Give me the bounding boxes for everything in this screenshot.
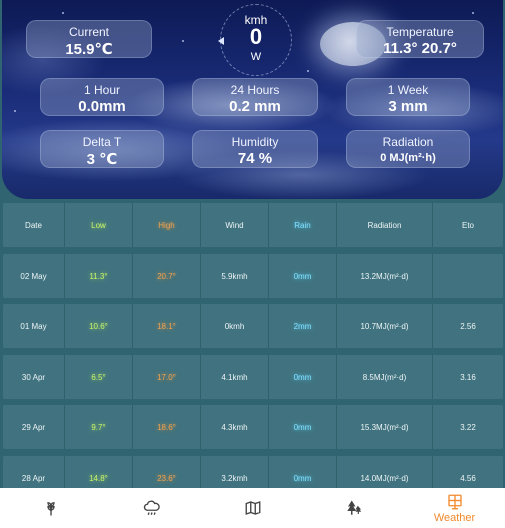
star [62,12,64,14]
rain-1-hour-value: 0.0mm [78,98,126,115]
temperature-value: 11.3° 20.7° [383,40,457,57]
rain-24-hours-tile: 24 Hours 0.2 mm [192,78,318,116]
temperature-tile: Temperature 11.3° 20.7° [356,20,484,58]
header-date: Date [3,203,65,247]
radiation-cell: 10.7MJ(m²·d) [337,304,433,348]
nav-item-map[interactable] [202,488,303,528]
nav-item-crops[interactable] [0,488,101,528]
header-wind: Wind [201,203,269,247]
radiation-tile: Radiation 0 MJ(m²·h) [346,130,470,168]
nav-item-weather[interactable]: Weather [404,488,505,528]
rain-cell: 0mm [269,355,337,399]
radiation-cell: 13.2MJ(m²·d) [337,254,433,298]
table-row[interactable]: 29 Apr 9.7° 18.6° 4.3kmh 0mm 15.3MJ(m²·d… [3,405,503,449]
delta-t-tile: Delta T 3 ℃ [40,130,164,168]
wind-cell: 4.1kmh [201,355,269,399]
table-header-row: Date Low High Wind Rain Radiation Eto [3,203,503,247]
high-cell: 18.1° [133,304,201,348]
rain-cell: 0mm [269,254,337,298]
humidity-label: Humidity [231,135,279,149]
date-cell: 30 Apr [3,355,65,399]
eto-cell: 2.56 [433,304,503,348]
rain-1-week-tile: 1 Week 3 mm [346,78,470,116]
nav-item-forecast[interactable] [101,488,202,528]
temperature-label: Temperature [386,25,454,39]
nav-item-weather-label: Weather [433,511,476,524]
rain-24-hours-label: 24 Hours [230,83,280,97]
header-rain: Rain [269,203,337,247]
eto-cell [433,254,503,298]
weather-summary-panel: Current 15.9℃ kmh 0 W Temperature 11.3° … [2,0,503,199]
wind-cell: 4.3kmh [201,405,269,449]
tree-icon [346,500,361,515]
current-temp-tile: Current 15.9℃ [26,20,152,58]
date-cell: 01 May [3,304,65,348]
rain-cell: 2mm [269,304,337,348]
current-label: Current [68,25,109,39]
humidity-value: 74 % [237,150,273,167]
high-cell: 18.6° [133,405,201,449]
wind-cell: 0kmh [201,304,269,348]
current-value: 15.9℃ [65,41,113,58]
rain-1-hour-label: 1 Hour [83,83,121,97]
bottom-navigation: Weather [0,488,505,528]
rain-cloud-icon [143,500,160,515]
high-cell: 20.7° [133,254,201,298]
rain-1-hour-tile: 1 Hour 0.0mm [40,78,164,116]
header-high: High [133,203,201,247]
header-eto: Eto [433,203,503,247]
eto-cell: 3.22 [433,405,503,449]
date-cell: 29 Apr [3,405,65,449]
map-icon [245,501,260,515]
delta-t-value: 3 ℃ [86,151,118,168]
rain-cell: 0mm [269,405,337,449]
star [472,12,474,14]
table-row[interactable]: 02 May 11.3° 20.7° 5.9kmh 0mm 13.2MJ(m²·… [3,254,503,298]
header-radiation: Radiation [337,203,433,247]
low-cell: 11.3° [65,254,133,298]
table-row[interactable]: 30 Apr 6.5° 17.0° 4.1kmh 0mm 8.5MJ(m²·d)… [3,355,503,399]
delta-t-label: Delta T [82,135,122,149]
wind-cell: 5.9kmh [201,254,269,298]
low-cell: 9.7° [65,405,133,449]
weather-station-icon [447,494,462,509]
star [182,40,184,42]
rain-1-week-label: 1 Week [387,83,429,97]
radiation-value: 0 MJ(m²·h) [380,152,436,164]
header-low: Low [65,203,133,247]
low-cell: 6.5° [65,355,133,399]
radiation-label: Radiation [382,135,434,149]
wind-speed: 0 [249,24,263,49]
wheat-icon [46,502,55,516]
wind-compass: kmh 0 W [218,4,292,76]
low-cell: 10.6° [65,304,133,348]
high-cell: 17.0° [133,355,201,399]
radiation-cell: 15.3MJ(m²·d) [337,405,433,449]
date-cell: 02 May [3,254,65,298]
star [14,110,16,112]
humidity-tile: Humidity 74 % [192,130,318,168]
star [307,70,309,72]
nav-item-trees[interactable] [303,488,404,528]
rain-1-week-value: 3 mm [388,98,428,115]
rain-24-hours-value: 0.2 mm [229,98,281,115]
table-row[interactable]: 01 May 10.6° 18.1° 0kmh 2mm 10.7MJ(m²·d)… [3,304,503,348]
radiation-cell: 8.5MJ(m²·d) [337,355,433,399]
wind-direction: W [250,51,262,63]
eto-cell: 3.16 [433,355,503,399]
